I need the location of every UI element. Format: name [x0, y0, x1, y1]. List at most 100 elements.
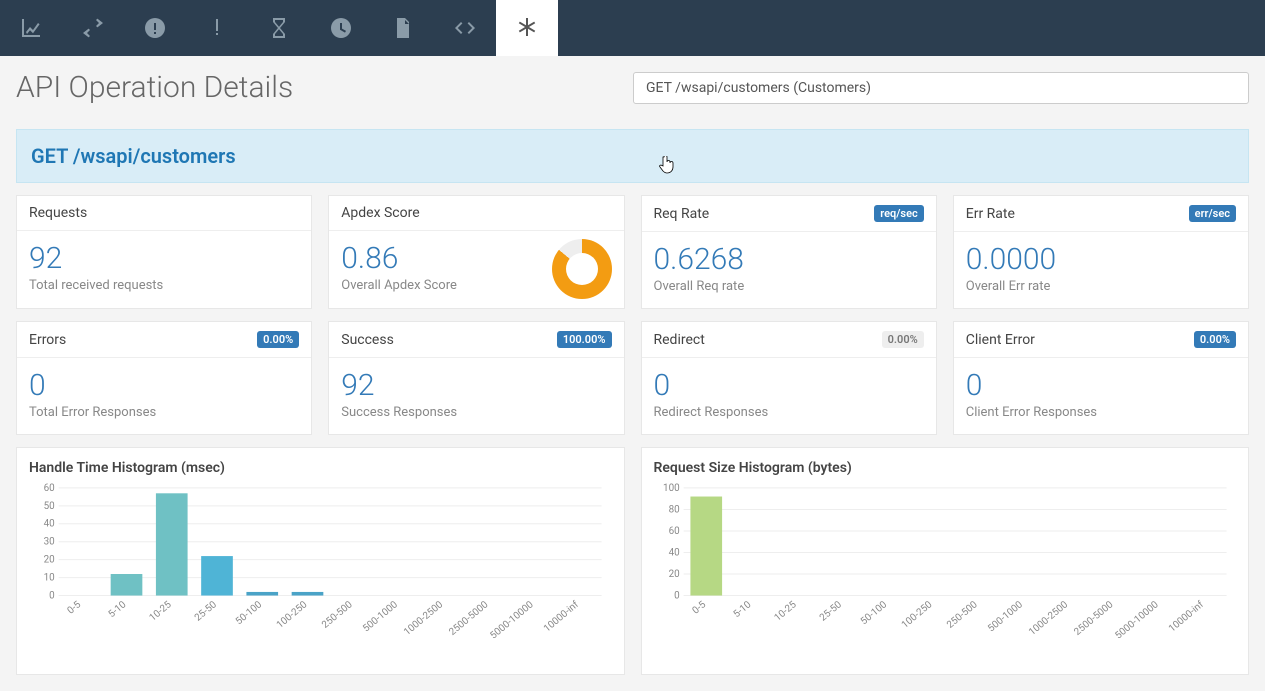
kpi-value: 0 — [966, 368, 1236, 403]
page-title: API Operation Details — [16, 70, 293, 105]
svg-text:50-100: 50-100 — [234, 599, 264, 627]
card-header: Client Error 0.00% — [954, 322, 1248, 358]
card-body: 0Redirect Responses — [642, 358, 936, 434]
svg-text:250-500: 250-500 — [320, 599, 355, 631]
kpi-value: 92 — [29, 241, 299, 276]
kpi-card-redirect: Redirect 0.00% 0Redirect Responses — [641, 321, 937, 435]
topbar — [0, 0, 1265, 56]
svg-text:250-500: 250-500 — [945, 599, 980, 631]
svg-text:60: 60 — [44, 483, 55, 494]
kpi-card-apdex-score: Apdex Score 0.86Overall Apdex Score — [328, 195, 624, 309]
card-badge: 0.00% — [1194, 331, 1236, 348]
kpi-value: 92 — [341, 368, 611, 403]
chart-handle-time: Handle Time Histogram (msec) 01020304050… — [16, 447, 625, 675]
tab-metrics[interactable] — [0, 0, 62, 56]
tab-flows[interactable] — [62, 0, 124, 56]
svg-text:10000-inf: 10000-inf — [542, 599, 581, 635]
tab-history[interactable] — [310, 0, 372, 56]
exclamation-icon — [205, 16, 229, 40]
card-badge: 100.00% — [557, 331, 612, 348]
svg-text:80: 80 — [668, 504, 679, 515]
kpi-card-success: Success 100.00% 92Success Responses — [328, 321, 624, 435]
svg-text:5000-10000: 5000-10000 — [1113, 599, 1160, 641]
apdex-donut — [552, 239, 612, 299]
svg-text:2500-5000: 2500-5000 — [1072, 599, 1115, 638]
card-badge: req/sec — [874, 205, 924, 222]
card-badge: 0.00% — [257, 331, 299, 348]
tab-alerts[interactable] — [124, 0, 186, 56]
tab-asterisk[interactable] — [496, 0, 558, 56]
clock-icon — [329, 16, 353, 40]
card-body: 0.86Overall Apdex Score — [329, 231, 623, 307]
card-title: Redirect — [654, 332, 705, 348]
line-chart-icon — [19, 16, 43, 40]
kpi-row-1: Requests92Total received requestsApdex S… — [0, 195, 1265, 321]
kpi-card-client-error: Client Error 0.00% 0 Client Error Responses — [953, 321, 1249, 435]
card-badge: 0.00% — [882, 331, 924, 348]
svg-text:5000-10000: 5000-10000 — [488, 599, 535, 641]
kpi-value: 0 — [654, 368, 924, 403]
kpi-sub: Total Error Responses — [29, 405, 299, 420]
card-title: Requests — [29, 205, 87, 221]
svg-text:2500-5000: 2500-5000 — [447, 599, 490, 638]
card-title: Client Error — [966, 332, 1035, 348]
svg-text:0: 0 — [49, 590, 55, 601]
tab-document[interactable] — [372, 0, 434, 56]
svg-text:1000-2500: 1000-2500 — [402, 599, 445, 638]
card-header: Errors 0.00% — [17, 322, 311, 358]
svg-text:10000-inf: 10000-inf — [1166, 599, 1205, 635]
operation-select[interactable]: GET /wsapi/customers (Customers) — [633, 72, 1249, 104]
svg-text:0: 0 — [674, 590, 680, 601]
kpi-value: 0.6268 — [654, 242, 924, 277]
card-body: 92Success Responses — [329, 358, 623, 434]
asterisk-icon — [515, 16, 539, 40]
swap-icon — [81, 16, 105, 40]
chart-row: Handle Time Histogram (msec) 01020304050… — [0, 447, 1265, 691]
operation-banner: GET /wsapi/customers — [16, 129, 1249, 183]
kpi-card-requests: Requests92Total received requests — [16, 195, 312, 309]
kpi-card-errors: Errors 0.00% 0 Total Error Responses — [16, 321, 312, 435]
chart-title: Handle Time Histogram (msec) — [29, 460, 612, 476]
card-badge: err/sec — [1189, 205, 1236, 222]
page-header: API Operation Details GET /wsapi/custome… — [0, 56, 1265, 129]
svg-text:5-10: 5-10 — [107, 599, 129, 620]
hourglass-icon — [267, 16, 291, 40]
card-title: Success — [341, 332, 394, 348]
svg-text:50-100: 50-100 — [858, 599, 888, 627]
kpi-value: 0 — [29, 368, 299, 403]
svg-text:30: 30 — [44, 537, 55, 548]
svg-text:40: 40 — [44, 519, 55, 530]
svg-text:100-250: 100-250 — [899, 599, 934, 631]
card-body: 0.6268 Overall Req rate — [642, 232, 936, 308]
svg-text:25-50: 25-50 — [193, 599, 219, 623]
code-icon — [453, 16, 477, 40]
svg-text:25-50: 25-50 — [817, 599, 843, 623]
kpi-sub: Overall Req rate — [654, 279, 924, 294]
card-header: Success 100.00% — [329, 322, 623, 358]
card-title: Apdex Score — [341, 205, 419, 221]
card-title: Errors — [29, 332, 66, 348]
card-body: 0 Total Error Responses — [17, 358, 311, 434]
kpi-sub: Client Error Responses — [966, 405, 1236, 420]
kpi-row-2: Errors 0.00% 0 Total Error Responses Success… — [0, 321, 1265, 447]
card-header: Err Rate err/sec — [954, 196, 1248, 232]
tab-code[interactable] — [434, 0, 496, 56]
alert-circle-icon — [143, 16, 167, 40]
card-header: Req Ratereq/sec — [642, 196, 936, 232]
tab-bang[interactable] — [186, 0, 248, 56]
svg-text:20: 20 — [668, 569, 679, 580]
svg-text:20: 20 — [44, 555, 55, 566]
card-title: Err Rate — [966, 206, 1015, 222]
svg-text:500-1000: 500-1000 — [361, 599, 400, 634]
chart-svg: 0204060801000-55-1010-2525-5050-100100-2… — [654, 482, 1237, 650]
svg-text:10-25: 10-25 — [148, 599, 174, 624]
tab-pending[interactable] — [248, 0, 310, 56]
card-body: 0 Client Error Responses — [954, 358, 1248, 434]
svg-text:5-10: 5-10 — [731, 599, 753, 620]
chart-svg: 01020304050600-55-1010-2525-5050-100100-… — [29, 482, 612, 650]
svg-text:100: 100 — [663, 483, 680, 494]
svg-text:1000-2500: 1000-2500 — [1027, 599, 1070, 638]
card-header: Apdex Score — [329, 196, 623, 231]
svg-text:40: 40 — [668, 547, 679, 558]
kpi-card-req-rate: Req Ratereq/sec 0.6268 Overall Req rate — [641, 195, 937, 309]
